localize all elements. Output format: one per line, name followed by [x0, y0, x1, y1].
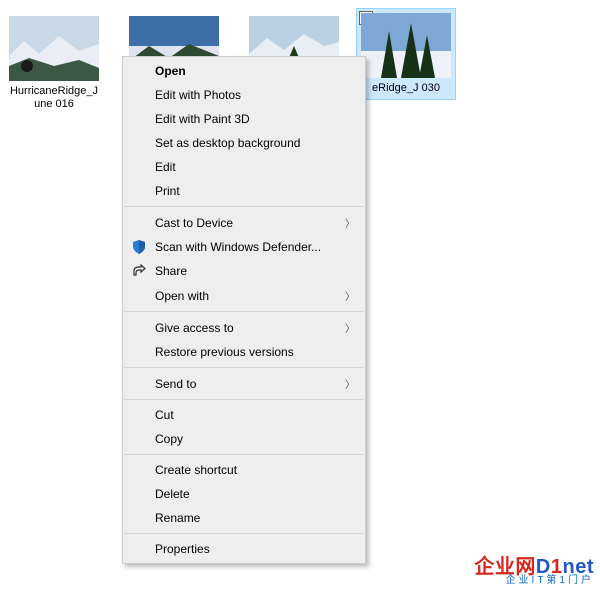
chevron-right-icon: 〉: [345, 376, 355, 391]
menu-label: Edit with Photos: [155, 88, 355, 102]
file-label: eRidge_J 030: [361, 82, 451, 95]
share-icon: [131, 263, 147, 279]
menu-separator: [124, 311, 364, 312]
menu-label: Share: [155, 264, 355, 278]
menu-label: Send to: [155, 377, 345, 391]
menu-separator: [124, 533, 364, 534]
thumbnail-icon: [361, 13, 451, 78]
file-item[interactable]: HurricaneRidge_June 016: [4, 12, 104, 115]
menu-label: Rename: [155, 511, 355, 525]
menu-label: Edit with Paint 3D: [155, 112, 355, 126]
file-label: HurricaneRidge_June 016: [8, 85, 100, 111]
watermark-line1: 企业网D1net: [474, 557, 594, 577]
menu-edit-with-paint3d[interactable]: Edit with Paint 3D: [123, 107, 365, 131]
menu-label: Print: [155, 184, 355, 198]
menu-copy[interactable]: Copy: [123, 427, 365, 451]
menu-cut[interactable]: Cut: [123, 403, 365, 427]
menu-cast-to-device[interactable]: Cast to Device 〉: [123, 210, 365, 235]
chevron-right-icon: 〉: [345, 288, 355, 303]
menu-edit-with-photos[interactable]: Edit with Photos: [123, 83, 365, 107]
chevron-right-icon: 〉: [345, 320, 355, 335]
menu-set-desktop-background[interactable]: Set as desktop background: [123, 131, 365, 155]
file-item-selected[interactable]: ✓ eRidge_J 030: [356, 8, 456, 100]
menu-share[interactable]: Share: [123, 259, 365, 283]
menu-label: Set as desktop background: [155, 136, 355, 150]
menu-label: Cut: [155, 408, 355, 422]
menu-label: Scan with Windows Defender...: [155, 240, 355, 254]
shield-icon: [131, 239, 147, 255]
menu-label: Give access to: [155, 321, 345, 335]
menu-label: Open with: [155, 289, 345, 303]
menu-label: Delete: [155, 487, 355, 501]
chevron-right-icon: 〉: [345, 215, 355, 230]
menu-separator: [124, 367, 364, 368]
menu-open-with[interactable]: Open with 〉: [123, 283, 365, 308]
menu-label: Open: [155, 64, 355, 78]
menu-create-shortcut[interactable]: Create shortcut: [123, 458, 365, 482]
menu-label: Cast to Device: [155, 216, 345, 230]
context-menu: Open Edit with Photos Edit with Paint 3D…: [122, 56, 366, 564]
menu-send-to[interactable]: Send to 〉: [123, 371, 365, 396]
menu-separator: [124, 454, 364, 455]
menu-print[interactable]: Print: [123, 179, 365, 203]
menu-separator: [124, 206, 364, 207]
menu-delete[interactable]: Delete: [123, 482, 365, 506]
menu-rename[interactable]: Rename: [123, 506, 365, 530]
desktop-area[interactable]: HurricaneRidge_June 016 ✓: [0, 0, 600, 592]
menu-edit[interactable]: Edit: [123, 155, 365, 179]
menu-give-access-to[interactable]: Give access to 〉: [123, 315, 365, 340]
menu-label: Properties: [155, 542, 355, 556]
menu-open[interactable]: Open: [123, 59, 365, 83]
menu-label: Copy: [155, 432, 355, 446]
menu-label: Create shortcut: [155, 463, 355, 477]
menu-label: Edit: [155, 160, 355, 174]
menu-restore-previous-versions[interactable]: Restore previous versions: [123, 340, 365, 364]
menu-properties[interactable]: Properties: [123, 537, 365, 561]
thumbnail-icon: [9, 16, 99, 81]
menu-separator: [124, 399, 364, 400]
menu-scan-defender[interactable]: Scan with Windows Defender...: [123, 235, 365, 259]
watermark-logo: 企业网D1net 企业IT第1门户: [474, 557, 594, 586]
menu-label: Restore previous versions: [155, 345, 355, 359]
